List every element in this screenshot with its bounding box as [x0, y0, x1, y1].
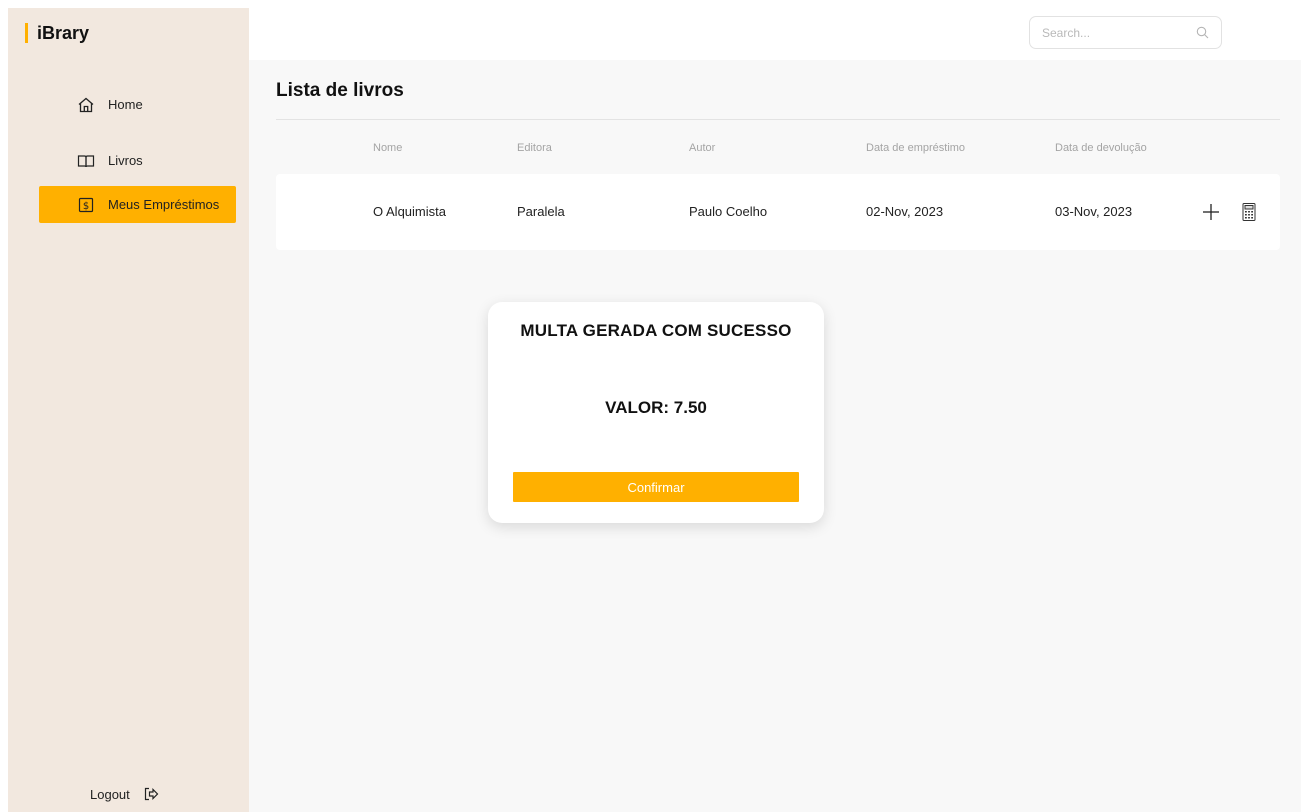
cell-autor: Paulo Coelho	[689, 204, 768, 219]
search-box[interactable]	[1029, 16, 1222, 49]
sidebar-item-label: Livros	[108, 153, 143, 168]
sidebar-item-home[interactable]: Home	[39, 86, 236, 123]
calculator-icon[interactable]	[1238, 201, 1260, 223]
column-header-data-emprestimo: Data de empréstimo	[866, 142, 966, 154]
cell-editora: Paralela	[517, 204, 565, 219]
logout-icon	[142, 785, 160, 803]
table-header: Nome Editora Autor Data de empréstimo Da…	[276, 142, 1280, 158]
top-bar	[249, 0, 1301, 60]
sidebar-item-label: Meus Empréstimos	[108, 197, 220, 212]
cell-nome: O Alquimista	[373, 204, 446, 219]
search-icon[interactable]	[1195, 26, 1209, 40]
logo-accent-bar	[25, 23, 28, 43]
logout-label: Logout	[90, 786, 130, 802]
sidebar-item-label: Home	[108, 97, 143, 112]
sidebar-item-meus-emprestimos[interactable]: $ Meus Empréstimos	[39, 186, 236, 223]
sidebar-item-livros[interactable]: Livros	[39, 142, 236, 179]
logo-text: iBrary	[37, 22, 90, 43]
search-input[interactable]	[1042, 25, 1182, 40]
plus-icon[interactable]	[1200, 201, 1222, 223]
svg-text:$: $	[83, 201, 89, 212]
cell-data-emprestimo: 02-Nov, 2023	[866, 204, 944, 219]
fine-generated-dialog: MULTA GERADA COM SUCESSO VALOR: 7.50 Con…	[488, 302, 824, 523]
logout-button[interactable]: Logout	[90, 785, 160, 803]
dialog-title: MULTA GERADA COM SUCESSO	[520, 321, 792, 340]
logo[interactable]: iBrary	[25, 22, 89, 44]
page-title: Lista de livros	[276, 80, 404, 101]
dollar-icon: $	[77, 196, 95, 214]
home-icon	[77, 96, 95, 114]
column-header-editora: Editora	[517, 142, 552, 154]
book-icon	[77, 152, 95, 170]
column-header-nome: Nome	[373, 142, 403, 154]
fine-value: VALOR: 7.50	[605, 398, 707, 417]
cell-data-devolucao: 03-Nov, 2023	[1055, 204, 1133, 219]
column-header-data-devolucao: Data de devolução	[1055, 142, 1147, 154]
column-header-autor: Autor	[689, 142, 716, 154]
sidebar: iBrary Home Livros $ Meus Empréstimos Lo…	[8, 8, 249, 812]
confirm-button[interactable]: Confirmar	[513, 472, 799, 502]
table-row: O Alquimista Paralela Paulo Coelho 02-No…	[276, 174, 1280, 250]
title-divider	[276, 119, 1280, 120]
